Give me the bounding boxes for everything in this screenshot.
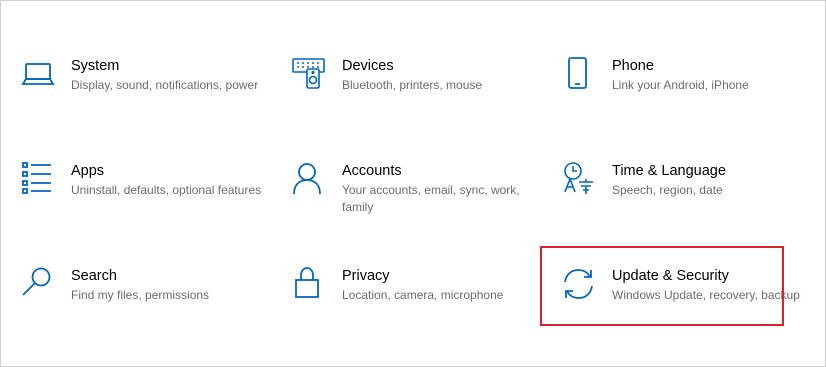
tile-description: Uninstall, defaults, optional features (71, 183, 262, 197)
selection-highlight-box (540, 246, 784, 326)
tile-description: Find my files, permissions (71, 288, 210, 302)
tile-description: Display, sound, notifications, power (71, 78, 259, 92)
lock-icon (292, 267, 328, 303)
tile-title: Search (71, 268, 117, 284)
tile-title: Phone (612, 58, 654, 74)
settings-tile-phone[interactable]: Phone Link your Android, iPhone (562, 57, 812, 147)
person-icon (292, 162, 328, 198)
tile-title: System (71, 58, 120, 74)
settings-window: System Display, sound, notifications, po… (0, 0, 826, 367)
tile-description: Link your Android, iPhone (612, 78, 749, 92)
apps-list-icon (21, 162, 57, 198)
settings-tile-system[interactable]: System Display, sound, notifications, po… (21, 57, 271, 147)
tile-description: Speech, region, date (612, 183, 723, 197)
settings-tile-time-language[interactable]: Time & Language Speech, region, date (562, 162, 812, 252)
tile-description: Your accounts, email, sync, work, family (342, 183, 520, 214)
tile-title: Time & Language (612, 163, 726, 179)
devices-icon (292, 57, 328, 93)
tile-description: Location, camera, microphone (342, 288, 504, 302)
settings-tile-search[interactable]: Search Find my files, permissions (21, 267, 271, 357)
settings-tile-devices[interactable]: Devices Bluetooth, printers, mouse (292, 57, 542, 147)
tile-title: Accounts (342, 163, 402, 179)
laptop-icon (21, 57, 57, 93)
time-language-icon (562, 162, 598, 198)
phone-icon (562, 57, 598, 93)
settings-tile-apps[interactable]: Apps Uninstall, defaults, optional featu… (21, 162, 271, 252)
tile-description: Bluetooth, printers, mouse (342, 78, 483, 92)
tile-title: Privacy (342, 268, 390, 284)
settings-tile-accounts[interactable]: Accounts Your accounts, email, sync, wor… (292, 162, 542, 252)
tile-title: Apps (71, 163, 105, 179)
tile-title: Devices (342, 58, 394, 74)
search-icon (21, 267, 57, 303)
settings-tile-privacy[interactable]: Privacy Location, camera, microphone (292, 267, 542, 357)
